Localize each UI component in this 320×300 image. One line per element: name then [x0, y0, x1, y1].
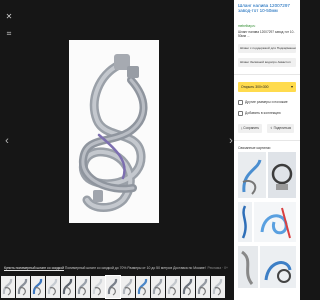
hose-picture: [69, 40, 159, 223]
similar-image-picture: [254, 202, 296, 242]
filmstrip-thumbnail[interactable]: [105, 275, 121, 299]
share-label: Поделиться: [273, 126, 292, 130]
add-to-collection-label: Добавить в коллекцию: [245, 111, 281, 115]
thumbnail-picture: [91, 276, 105, 298]
filmstrip-thumbnail[interactable]: [196, 276, 210, 298]
divider: [234, 140, 300, 141]
similar-image-picture: [238, 246, 258, 288]
thumbnail-picture: [106, 276, 120, 298]
similar-image[interactable]: [238, 246, 258, 288]
thumbnail-picture: [76, 276, 90, 298]
similar-image[interactable]: [260, 246, 296, 288]
similar-sizes-link[interactable]: Другие размеры и похожие: [238, 98, 288, 106]
thumbnail-picture: [46, 276, 60, 298]
filmstrip-thumbnail[interactable]: [31, 276, 45, 298]
filmstrip-thumbnail[interactable]: [61, 276, 75, 298]
filmstrip-thumbnail[interactable]: [1, 276, 15, 298]
prev-image-button[interactable]: ‹: [2, 134, 12, 148]
open-image-button[interactable]: Открыть 300×300 ▾: [238, 82, 296, 92]
thumbnail-strip: [0, 275, 234, 300]
similar-sizes-label: Другие размеры и похожие: [245, 100, 288, 104]
similar-image[interactable]: [238, 202, 252, 242]
save-button[interactable]: ⤓ Сохранить: [238, 124, 263, 133]
divider: [234, 74, 300, 75]
similar-image-picture: [268, 152, 296, 198]
filmstrip-thumbnail[interactable]: [136, 276, 150, 298]
ad-caption: Купить полимерный шланг со скидкой Полим…: [4, 264, 228, 272]
share-button[interactable]: ⇪ Поделиться: [267, 124, 295, 133]
thumbnail-picture: [16, 276, 30, 298]
thumbnail-picture: [121, 276, 135, 298]
ad-text: Полимерный шланг со скидкой до 70% Разме…: [63, 266, 206, 270]
image-viewer: ✕ ⌗ ‹ › Купить полимерный шланг со скидк…: [0, 0, 234, 300]
filmstrip-thumbnail[interactable]: [166, 276, 180, 298]
similar-image-picture: [260, 246, 296, 288]
close-icon[interactable]: ✕: [4, 12, 14, 22]
image-description: Шланг налива 12007297 завод-тот 10-50мм …: [238, 30, 295, 38]
thumbnail-picture: [61, 276, 75, 298]
bookmark-icon: [238, 110, 243, 116]
open-button-label: Открыть 300×300: [241, 85, 269, 89]
thumbnail-picture: [1, 276, 15, 298]
crop-icon[interactable]: ⌗: [4, 29, 14, 39]
thumbnail-picture: [166, 276, 180, 298]
thumbnail-picture: [151, 276, 165, 298]
filmstrip-thumbnail[interactable]: [181, 276, 195, 298]
thumbnail-picture: [211, 276, 225, 298]
chevron-left-icon: ‹: [5, 135, 9, 147]
thumbnail-picture: [181, 276, 195, 298]
add-to-collection-link[interactable]: Добавить в коллекцию: [238, 109, 281, 117]
filmstrip-thumbnail[interactable]: [46, 276, 60, 298]
chevron-down-icon: ▾: [290, 84, 293, 89]
filmstrip-thumbnail[interactable]: [91, 276, 105, 298]
ad-meta: Реклама · 0+: [207, 266, 228, 270]
source-domain[interactable]: mebelbay.ru: [238, 24, 255, 28]
filmstrip-thumbnail[interactable]: [211, 276, 225, 298]
filmstrip-thumbnail[interactable]: [16, 276, 30, 298]
similar-image-picture: [238, 202, 252, 242]
filmstrip-thumbnail[interactable]: [76, 276, 90, 298]
similar-images-header: Связанные картинки: [238, 146, 271, 150]
related-query-chip-2[interactable]: Шланг Заливной водопро Аквастоп: [238, 58, 296, 67]
similar-image-picture: [238, 152, 266, 198]
related-query-chip-1[interactable]: Шланг с поддержкой для Подкарманного ...: [238, 44, 296, 53]
filmstrip-thumbnail[interactable]: [151, 276, 165, 298]
ad-link[interactable]: Купить полимерный шланг со скидкой: [4, 266, 64, 270]
info-panel: Шланг налива 12007297 завод-тот 10-50мм …: [234, 0, 300, 300]
image-title-link[interactable]: Шланг налива 12007297 завод-тот 10-50мм: [238, 3, 294, 14]
similar-image[interactable]: [268, 152, 296, 198]
similar-image[interactable]: [254, 202, 296, 242]
main-image[interactable]: [69, 40, 159, 223]
collection-icon: [238, 99, 243, 105]
save-label: Сохранить: [243, 126, 260, 130]
chevron-right-icon: ›: [229, 135, 233, 147]
similar-image[interactable]: [238, 152, 266, 198]
thumbnail-picture: [196, 276, 210, 298]
thumbnail-picture: [136, 276, 150, 298]
filmstrip-thumbnail[interactable]: [121, 276, 135, 298]
thumbnail-picture: [31, 276, 45, 298]
